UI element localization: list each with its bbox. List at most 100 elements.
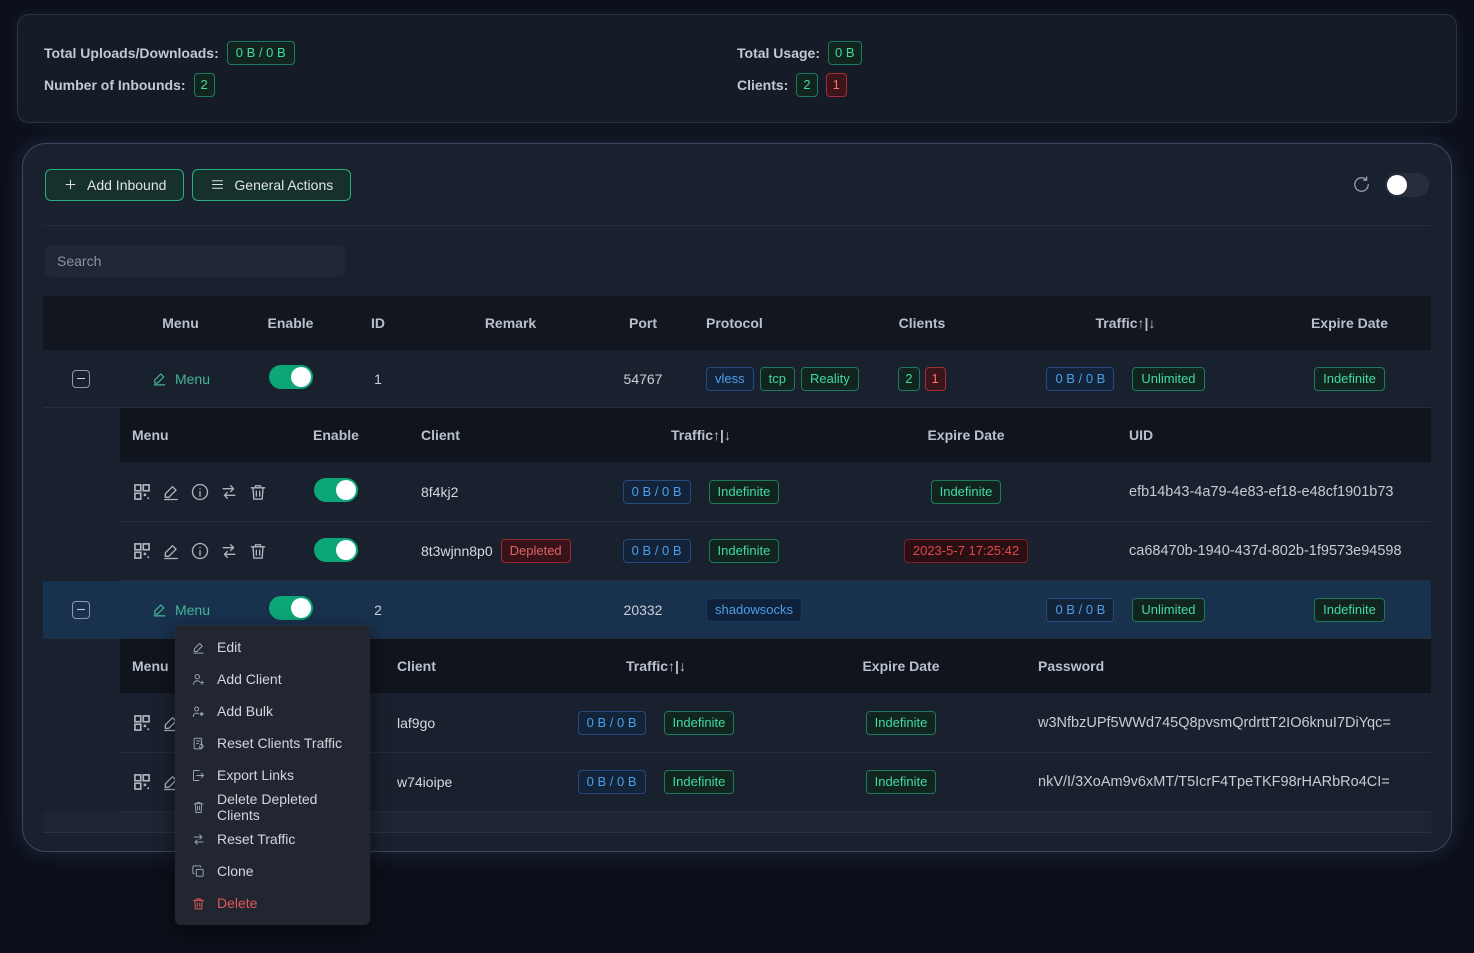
col-expire-date: Expire Date bbox=[862, 658, 939, 674]
traffic-limit-badge: Unlimited bbox=[1132, 367, 1204, 391]
reset-traffic-icon[interactable] bbox=[219, 541, 239, 561]
delete-icon[interactable] bbox=[248, 482, 268, 502]
col-traffic[interactable]: Traffic↑|↓ bbox=[1096, 315, 1156, 331]
search-row bbox=[43, 226, 1431, 296]
stat-value-badge: 0 B bbox=[828, 41, 862, 65]
edit-icon[interactable] bbox=[161, 541, 181, 561]
enable-toggle[interactable] bbox=[269, 596, 313, 620]
client-password: w3NfbzUPf5WWd745Q8pvsmQrdrttT2IO6knuI7Di… bbox=[1011, 715, 1431, 731]
search-input[interactable] bbox=[45, 245, 345, 277]
qr-code-icon[interactable] bbox=[132, 713, 152, 733]
edit-icon bbox=[151, 601, 168, 618]
stat-value-badge: 2 bbox=[194, 73, 215, 97]
enable-toggle[interactable] bbox=[314, 538, 358, 562]
info-icon[interactable] bbox=[190, 482, 210, 502]
clients-subtable-1: Menu Enable Client Traffic↑|↓ Expire Dat… bbox=[120, 408, 1431, 581]
menu-item-edit[interactable]: Edit bbox=[175, 631, 370, 663]
col-id: ID bbox=[371, 315, 385, 331]
stat-label: Total Uploads/Downloads: bbox=[44, 45, 219, 61]
add-inbound-button[interactable]: Add Inbound bbox=[45, 169, 184, 201]
client-actions bbox=[120, 482, 281, 502]
col-traffic[interactable]: Traffic↑|↓ bbox=[671, 427, 731, 443]
protocol-tags: shadowsocks bbox=[683, 598, 861, 622]
protocol-tag: tcp bbox=[760, 367, 795, 391]
add-bulk-icon bbox=[191, 704, 206, 719]
client-row: 8t3wjnn8p0 Depleted 0 B / 0 B Indefinite… bbox=[120, 521, 1431, 580]
enable-toggle[interactable] bbox=[314, 478, 358, 502]
client-password: nkV/I/3XoAm9v6xMT/T5IcrF4TpeTKF98rHARbRo… bbox=[1011, 774, 1431, 790]
edit-icon bbox=[151, 370, 168, 387]
row-menu-button[interactable]: Menu bbox=[151, 601, 210, 618]
client-name: 8t3wjnn8p0 Depleted bbox=[391, 539, 561, 563]
qr-code-icon[interactable] bbox=[132, 772, 152, 792]
reset-traffic-icon[interactable] bbox=[219, 482, 239, 502]
traffic-badge: 0 B / 0 B bbox=[623, 539, 691, 563]
col-protocol: Protocol bbox=[683, 315, 861, 331]
traffic-badge: 0 B / 0 B bbox=[578, 770, 646, 794]
table-header: Menu Enable ID Remark Port Protocol Clie… bbox=[43, 296, 1431, 350]
menu-item-add-client[interactable]: Add Client bbox=[175, 663, 370, 695]
edit-icon[interactable] bbox=[161, 482, 181, 502]
col-traffic[interactable]: Traffic↑|↓ bbox=[626, 658, 686, 674]
col-port: Port bbox=[629, 315, 657, 331]
traffic-limit-badge: Indefinite bbox=[664, 711, 735, 735]
collapse-row-button[interactable] bbox=[72, 370, 90, 388]
clients-depleted-badge: 1 bbox=[826, 73, 847, 97]
export-icon bbox=[191, 768, 206, 783]
info-icon[interactable] bbox=[190, 541, 210, 561]
dark-mode-toggle[interactable] bbox=[1385, 173, 1429, 197]
inbound-id: 1 bbox=[374, 371, 382, 387]
subtable-header: Menu Enable Client Traffic↑|↓ Expire Dat… bbox=[120, 408, 1431, 462]
qr-code-icon[interactable] bbox=[132, 541, 152, 561]
inbound-port: 54767 bbox=[624, 371, 663, 387]
clone-icon bbox=[191, 864, 206, 879]
clients-active-badge: 2 bbox=[796, 73, 817, 97]
menu-item-reset-traffic[interactable]: Reset Traffic bbox=[175, 823, 370, 855]
stat-value-badge: 0 B / 0 B bbox=[227, 41, 295, 65]
inbound-row-1: Menu 1 54767 vless tcp Reality 2 1 0 B /… bbox=[43, 350, 1431, 408]
menu-item-delete[interactable]: Delete bbox=[175, 887, 370, 919]
add-inbound-label: Add Inbound bbox=[87, 177, 166, 193]
col-remark: Remark bbox=[485, 315, 536, 331]
stat-label: Number of Inbounds: bbox=[44, 77, 186, 93]
stats-panel: Total Uploads/Downloads: 0 B / 0 B Total… bbox=[17, 14, 1457, 123]
traffic-cell: 0 B / 0 B Unlimited bbox=[983, 598, 1268, 622]
client-name: w74ioipe bbox=[371, 774, 521, 790]
menu-item-delete-depleted-clients[interactable]: Delete Depleted Clients bbox=[175, 791, 370, 823]
menu-item-export-links[interactable]: Export Links bbox=[175, 759, 370, 791]
protocol-tag: shadowsocks bbox=[706, 598, 802, 622]
traffic-badge: 0 B / 0 B bbox=[1046, 598, 1114, 622]
col-menu: Menu bbox=[162, 315, 199, 331]
row-menu-button[interactable]: Menu bbox=[151, 370, 210, 387]
stat-number-of-inbounds: Number of Inbounds: 2 bbox=[44, 73, 737, 97]
stat-label: Total Usage: bbox=[737, 45, 820, 61]
general-actions-label: General Actions bbox=[234, 177, 333, 193]
expire-badge: 2023-5-7 17:25:42 bbox=[904, 539, 1028, 563]
client-actions bbox=[120, 541, 281, 561]
col-clients: Clients bbox=[899, 315, 946, 331]
traffic-badge: 0 B / 0 B bbox=[623, 480, 691, 504]
col-enable: Enable bbox=[313, 427, 359, 443]
traffic-limit-badge: Indefinite bbox=[709, 539, 780, 563]
protocol-tag: Reality bbox=[801, 367, 859, 391]
menu-item-add-bulk[interactable]: Add Bulk bbox=[175, 695, 370, 727]
collapse-row-button[interactable] bbox=[72, 601, 90, 619]
clients-depleted-badge: 1 bbox=[925, 367, 946, 391]
refresh-icon[interactable] bbox=[1352, 175, 1371, 194]
reset-traffic-icon bbox=[191, 832, 206, 847]
client-row: 8f4kj2 0 B / 0 B Indefinite Indefinite e… bbox=[120, 462, 1431, 521]
menu-lines-icon bbox=[210, 177, 225, 192]
add-user-icon bbox=[191, 672, 206, 687]
enable-toggle[interactable] bbox=[269, 365, 313, 389]
stat-label: Clients: bbox=[737, 77, 788, 93]
col-client: Client bbox=[371, 658, 521, 674]
general-actions-button[interactable]: General Actions bbox=[192, 169, 351, 201]
qr-code-icon[interactable] bbox=[132, 482, 152, 502]
menu-item-reset-clients-traffic[interactable]: Reset Clients Traffic bbox=[175, 727, 370, 759]
menu-item-clone[interactable]: Clone bbox=[175, 855, 370, 887]
client-name: laf9go bbox=[371, 715, 521, 731]
delete-icon[interactable] bbox=[248, 541, 268, 561]
stat-clients: Clients: 2 1 bbox=[737, 73, 1430, 97]
col-expire-date: Expire Date bbox=[927, 427, 1004, 443]
col-expire-date: Expire Date bbox=[1311, 315, 1388, 331]
